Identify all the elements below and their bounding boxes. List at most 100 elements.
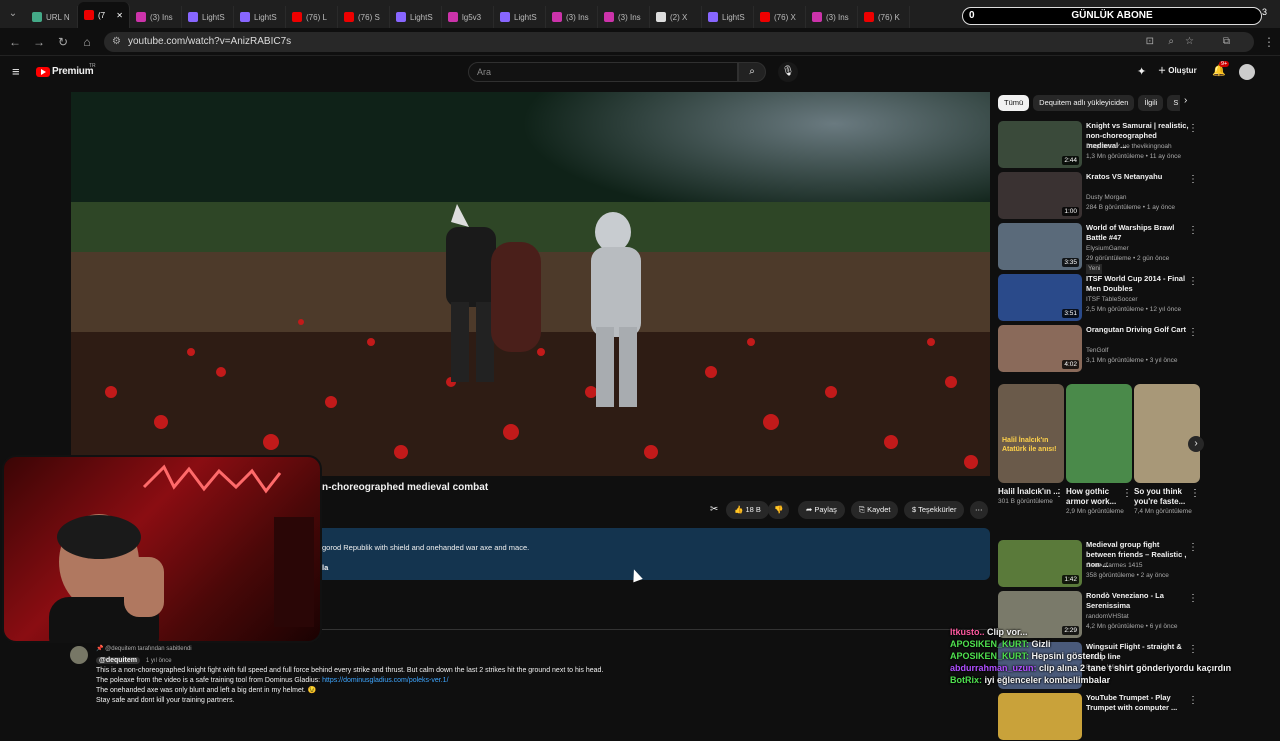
video-thumbnail[interactable]: 1:00 — [998, 172, 1082, 219]
bookmark-star-icon[interactable]: ☆ — [1185, 32, 1194, 52]
browser-tab[interactable]: (7 ✕ — [78, 2, 130, 28]
channel-name[interactable]: ElysiumGamer — [1086, 244, 1196, 254]
browser-tab[interactable]: (3) Ins — [130, 6, 182, 28]
browser-tab[interactable]: (3) Ins — [546, 6, 598, 28]
channel-name[interactable]: Genz d'armes 1415 — [1086, 561, 1196, 571]
more-options-icon[interactable]: ⋮ — [1188, 593, 1198, 604]
more-options-icon[interactable]: ⋮ — [1188, 174, 1198, 185]
channel-name[interactable]: TenGolf — [1086, 346, 1196, 356]
browser-tab[interactable]: (76) K — [858, 6, 910, 28]
browser-tab[interactable]: (3) Ins — [806, 6, 858, 28]
browser-tab[interactable]: (2) X — [650, 6, 702, 28]
browser-tab[interactable]: LightS — [494, 6, 546, 28]
video-thumbnail[interactable] — [998, 693, 1082, 740]
browser-tab[interactable]: LightS — [702, 6, 754, 28]
video-title[interactable]: Rondò Veneziano - La Serenissima — [1086, 591, 1190, 611]
share-button[interactable]: ➦ Paylaş — [798, 501, 845, 519]
related-video[interactable]: 1:00 Kratos VS Netanyahu Dusty Morgan 284 B… — [998, 172, 1208, 220]
chevron-right-icon[interactable]: › — [1184, 95, 1187, 106]
browser-tab[interactable]: LightS — [182, 6, 234, 28]
home-icon[interactable]: ⌂ — [80, 35, 94, 49]
video-thumbnail[interactable]: 4:02 — [998, 325, 1082, 372]
comment-time[interactable]: 1 yıl önce — [146, 658, 172, 664]
like-button[interactable]: 👍 18 B — [726, 501, 769, 519]
create-button[interactable]: ＋ Oluştur — [1158, 65, 1197, 76]
short-card[interactable]: Halil İnalcık'ın Atatürk ile anısı! Halil… — [998, 384, 1064, 506]
filter-chip[interactable]: Dequitem adlı yükleyiciden — [1033, 95, 1135, 111]
more-options-icon[interactable]: ⋮ — [1188, 695, 1198, 706]
hamburger-menu-icon[interactable]: ≡ — [12, 64, 20, 79]
commenter-avatar[interactable] — [70, 646, 88, 664]
zoom-icon[interactable]: ⌕ — [1168, 32, 1174, 52]
browser-tab[interactable]: (76) L — [286, 6, 338, 28]
comment-author[interactable]: @dequitem — [96, 657, 140, 664]
voice-search-icon[interactable]: 🎙 — [778, 62, 798, 82]
more-options-icon[interactable]: ⋮ — [1122, 488, 1132, 499]
browser-tab[interactable]: (76) S — [338, 6, 390, 28]
tab-search-icon[interactable]: ⌄ — [0, 0, 26, 28]
install-icon[interactable]: ⊡ — [1146, 32, 1154, 52]
more-options-icon[interactable]: ⋮ — [1190, 488, 1200, 499]
reload-icon[interactable]: ↻ — [56, 35, 70, 49]
site-info-icon[interactable]: ⚙ — [112, 32, 121, 52]
channel-name[interactable]: randomVHStat — [1086, 612, 1196, 622]
dislike-button[interactable]: 👎 — [768, 501, 790, 519]
video-thumbnail[interactable]: 1:42 — [998, 540, 1082, 587]
thanks-button[interactable]: $ Teşekkürler — [904, 501, 965, 519]
related-video[interactable]: YouTube Trumpet - Play Trumpet with comp… — [998, 693, 1208, 741]
video-title[interactable]: YouTube Trumpet - Play Trumpet with comp… — [1086, 693, 1190, 713]
video-thumbnail[interactable]: 3:51 — [998, 274, 1082, 321]
clip-icon[interactable]: ✂ — [710, 504, 718, 515]
short-thumbnail[interactable] — [1066, 384, 1132, 483]
address-bar[interactable]: ⚙ youtube.com/watch?v=AnizRABIC7s ⊡ ⌕ ☆ … — [104, 32, 1254, 52]
channel-name[interactable]: Dequitem ✓ ve thevikingnoah — [1086, 142, 1196, 152]
youtube-premium-logo[interactable]: Premium — [52, 66, 94, 77]
short-card[interactable]: How gothic armor work... 2,9 Mn görüntüle… — [1066, 384, 1132, 516]
video-thumbnail[interactable]: 2:44 — [998, 121, 1082, 168]
related-video[interactable]: 1:42 Medieval group fight between friends… — [998, 540, 1208, 588]
video-title[interactable]: Orangutan Driving Golf Cart — [1086, 325, 1190, 335]
browser-tab[interactable]: LightS — [390, 6, 442, 28]
filter-chip[interactable]: İlgili — [1138, 95, 1164, 111]
more-options-icon[interactable]: ⋮ — [1188, 327, 1198, 338]
more-options-icon[interactable]: ⋮ — [1054, 488, 1064, 499]
save-button[interactable]: ⎘ Kaydet — [851, 501, 899, 519]
browser-tab[interactable]: URL N — [26, 6, 78, 28]
back-icon[interactable]: ← — [8, 35, 22, 49]
video-title[interactable]: Kratos VS Netanyahu — [1086, 172, 1190, 182]
search-input[interactable]: Ara — [468, 62, 738, 82]
short-thumbnail[interactable]: Halil İnalcık'ın Atatürk ile anısı! — [998, 384, 1064, 483]
youtube-logo-icon[interactable] — [36, 67, 50, 77]
browser-menu-icon[interactable]: ⋮ — [1262, 35, 1276, 49]
more-options-icon[interactable]: ⋮ — [1188, 123, 1198, 134]
filter-chip[interactable]: S — [1167, 95, 1180, 111]
more-actions-button[interactable]: ⋯ — [970, 501, 988, 519]
more-options-icon[interactable]: ⋮ — [1188, 225, 1198, 236]
browser-tab[interactable]: (3) Ins — [598, 6, 650, 28]
account-avatar[interactable] — [1239, 64, 1255, 80]
comment-link[interactable]: https://dominusgladius.com/poleks-ver.1/ — [322, 677, 448, 684]
related-video[interactable]: 3:35 World of Warships Brawl Battle #47 El… — [998, 223, 1208, 274]
short-thumbnail[interactable] — [1134, 384, 1200, 483]
video-thumbnail[interactable]: 3:35 — [998, 223, 1082, 270]
channel-name[interactable]: ITSF TableSoccer — [1086, 295, 1196, 305]
related-video[interactable]: 4:02 Orangutan Driving Golf Cart TenGolf 3,… — [998, 325, 1208, 373]
video-title[interactable]: ITSF World Cup 2014 - Final Men Doubles — [1086, 274, 1190, 294]
studio-icon[interactable]: ✦ — [1137, 65, 1146, 78]
extensions-icon[interactable]: ⧉ — [1223, 32, 1230, 52]
channel-name[interactable]: Dusty Morgan — [1086, 193, 1196, 203]
more-options-icon[interactable]: ⋮ — [1188, 276, 1198, 287]
shorts-next-button[interactable]: › — [1188, 436, 1204, 452]
video-title[interactable]: World of Warships Brawl Battle #47 — [1086, 223, 1190, 243]
browser-tab[interactable]: lg5v3 — [442, 6, 494, 28]
description-more[interactable]: la — [322, 563, 328, 572]
browser-tab[interactable]: LightS — [234, 6, 286, 28]
search-button[interactable]: ⌕ — [738, 62, 766, 82]
forward-icon[interactable]: → — [32, 35, 46, 49]
more-options-icon[interactable]: ⋮ — [1188, 542, 1198, 553]
video-player[interactable] — [71, 92, 990, 476]
filter-chip[interactable]: Tümü — [998, 95, 1030, 111]
related-video[interactable]: 2:44 Knight vs Samurai | realistic, non-c… — [998, 121, 1208, 169]
browser-tab[interactable]: (76) X — [754, 6, 806, 28]
tab-close-icon[interactable]: ✕ — [116, 11, 123, 20]
